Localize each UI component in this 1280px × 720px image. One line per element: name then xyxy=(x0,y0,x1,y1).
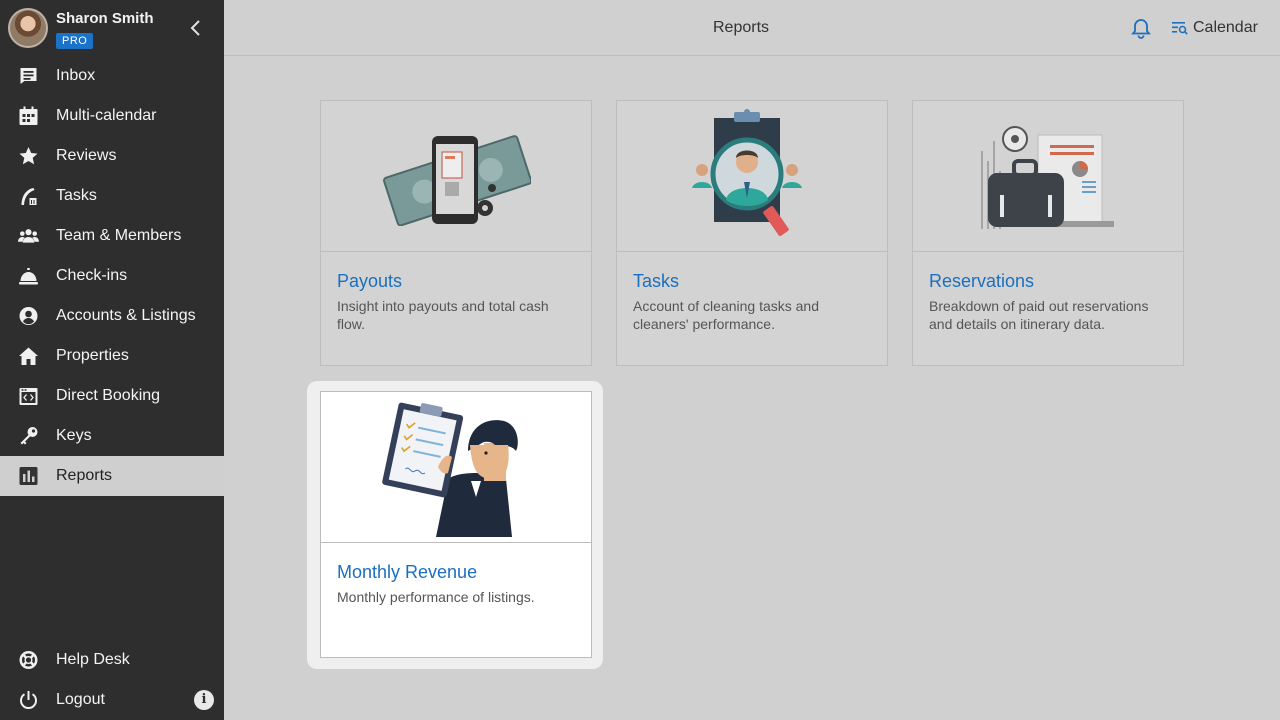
report-card-monthly-revenue[interactable]: Monthly Revenue Monthly performance of l… xyxy=(320,391,592,658)
sidebar-item-multi-calendar[interactable]: Multi-calendar xyxy=(0,96,224,136)
home-icon xyxy=(17,346,39,366)
sidebar-item-label: Accounts & Listings xyxy=(56,307,196,324)
card-description: Insight into payouts and total cash flow… xyxy=(337,298,549,332)
sidebar-item-inbox[interactable]: Inbox xyxy=(0,56,224,96)
tasks-illustration xyxy=(617,101,887,252)
broom-icon xyxy=(17,186,39,206)
sidebar-item-label: Keys xyxy=(56,427,92,444)
sidebar-item-check-ins[interactable]: Check-ins xyxy=(0,256,224,296)
card-title[interactable]: Tasks xyxy=(633,271,679,292)
key-icon xyxy=(17,426,39,446)
chevron-left-icon[interactable] xyxy=(186,18,206,38)
sidebar-item-tasks[interactable]: Tasks xyxy=(0,176,224,216)
sidebar-item-keys[interactable]: Keys xyxy=(0,416,224,456)
sidebar-item-reviews[interactable]: Reviews xyxy=(0,136,224,176)
power-icon xyxy=(17,690,39,710)
lifebuoy-icon xyxy=(17,650,39,670)
user-profile[interactable]: Sharon Smith PRO xyxy=(0,0,224,56)
sidebar-item-direct-booking[interactable]: Direct Booking xyxy=(0,376,224,416)
sidebar-item-team[interactable]: Team & Members xyxy=(0,216,224,256)
sidebar-item-label: Inbox xyxy=(56,67,96,84)
bell-icon[interactable] xyxy=(1130,17,1152,39)
sidebar-item-label: Multi-calendar xyxy=(56,107,157,124)
bell-desk-icon xyxy=(17,266,39,286)
top-bar: Reports Calendar xyxy=(224,0,1280,56)
sidebar-item-label: Properties xyxy=(56,347,129,364)
sidebar-item-label: Direct Booking xyxy=(56,387,161,404)
star-icon xyxy=(17,146,39,166)
report-card-reservations[interactable]: Reservations Breakdown of paid out reser… xyxy=(912,100,1184,366)
sidebar-item-label: Tasks xyxy=(56,187,97,204)
report-card-tasks[interactable]: Tasks Account of cleaning tasks and clea… xyxy=(616,100,888,366)
avatar[interactable] xyxy=(8,8,48,48)
sidebar-item-label: Reviews xyxy=(56,147,117,164)
page-title: Reports xyxy=(712,19,770,36)
card-description: Account of cleaning tasks and cleaners' … xyxy=(633,298,820,332)
info-icon[interactable]: i xyxy=(194,690,214,710)
sidebar-item-label: Help Desk xyxy=(56,651,130,668)
calendar-grid-icon xyxy=(17,106,39,126)
payouts-illustration xyxy=(321,101,591,252)
card-description: Breakdown of paid out reservations and d… xyxy=(929,298,1149,332)
calendar-label: Calendar xyxy=(1193,19,1258,36)
sidebar-item-label: Check-ins xyxy=(56,267,128,284)
sidebar-item-label: Reports xyxy=(56,467,113,484)
inbox-icon xyxy=(17,66,39,86)
calendar-button[interactable]: Calendar xyxy=(1172,17,1258,39)
card-title[interactable]: Reservations xyxy=(929,271,1034,292)
card-title[interactable]: Payouts xyxy=(337,271,402,292)
bar-chart-icon xyxy=(17,466,39,486)
sidebar-item-help-desk[interactable]: Help Desk xyxy=(0,640,224,680)
pro-badge: PRO xyxy=(56,33,94,49)
sidebar-nav: Inbox Multi-calendar Reviews Tasks Team … xyxy=(0,56,224,496)
sidebar-bottom-nav: Help Desk Logout i xyxy=(0,640,224,720)
card-title[interactable]: Monthly Revenue xyxy=(337,562,477,583)
code-window-icon xyxy=(17,386,39,406)
user-name: Sharon Smith xyxy=(56,10,154,27)
card-description: Monthly performance of listings. xyxy=(337,589,535,605)
account-circle-icon xyxy=(17,306,39,326)
sidebar-item-label: Team & Members xyxy=(56,227,182,244)
sidebar-item-accounts-listings[interactable]: Accounts & Listings xyxy=(0,296,224,336)
sidebar-item-reports[interactable]: Reports xyxy=(0,456,224,496)
sidebar-item-label: Logout xyxy=(56,691,105,708)
calendar-search-icon xyxy=(1172,22,1188,35)
sidebar-item-logout[interactable]: Logout i xyxy=(0,680,224,720)
report-card-payouts[interactable]: Payouts Insight into payouts and total c… xyxy=(320,100,592,366)
reservations-illustration xyxy=(913,101,1183,252)
monthly-revenue-illustration xyxy=(321,392,591,543)
team-icon xyxy=(17,226,39,246)
sidebar-item-properties[interactable]: Properties xyxy=(0,336,224,376)
sidebar: Sharon Smith PRO Inbox Multi-calendar Re… xyxy=(0,0,224,720)
